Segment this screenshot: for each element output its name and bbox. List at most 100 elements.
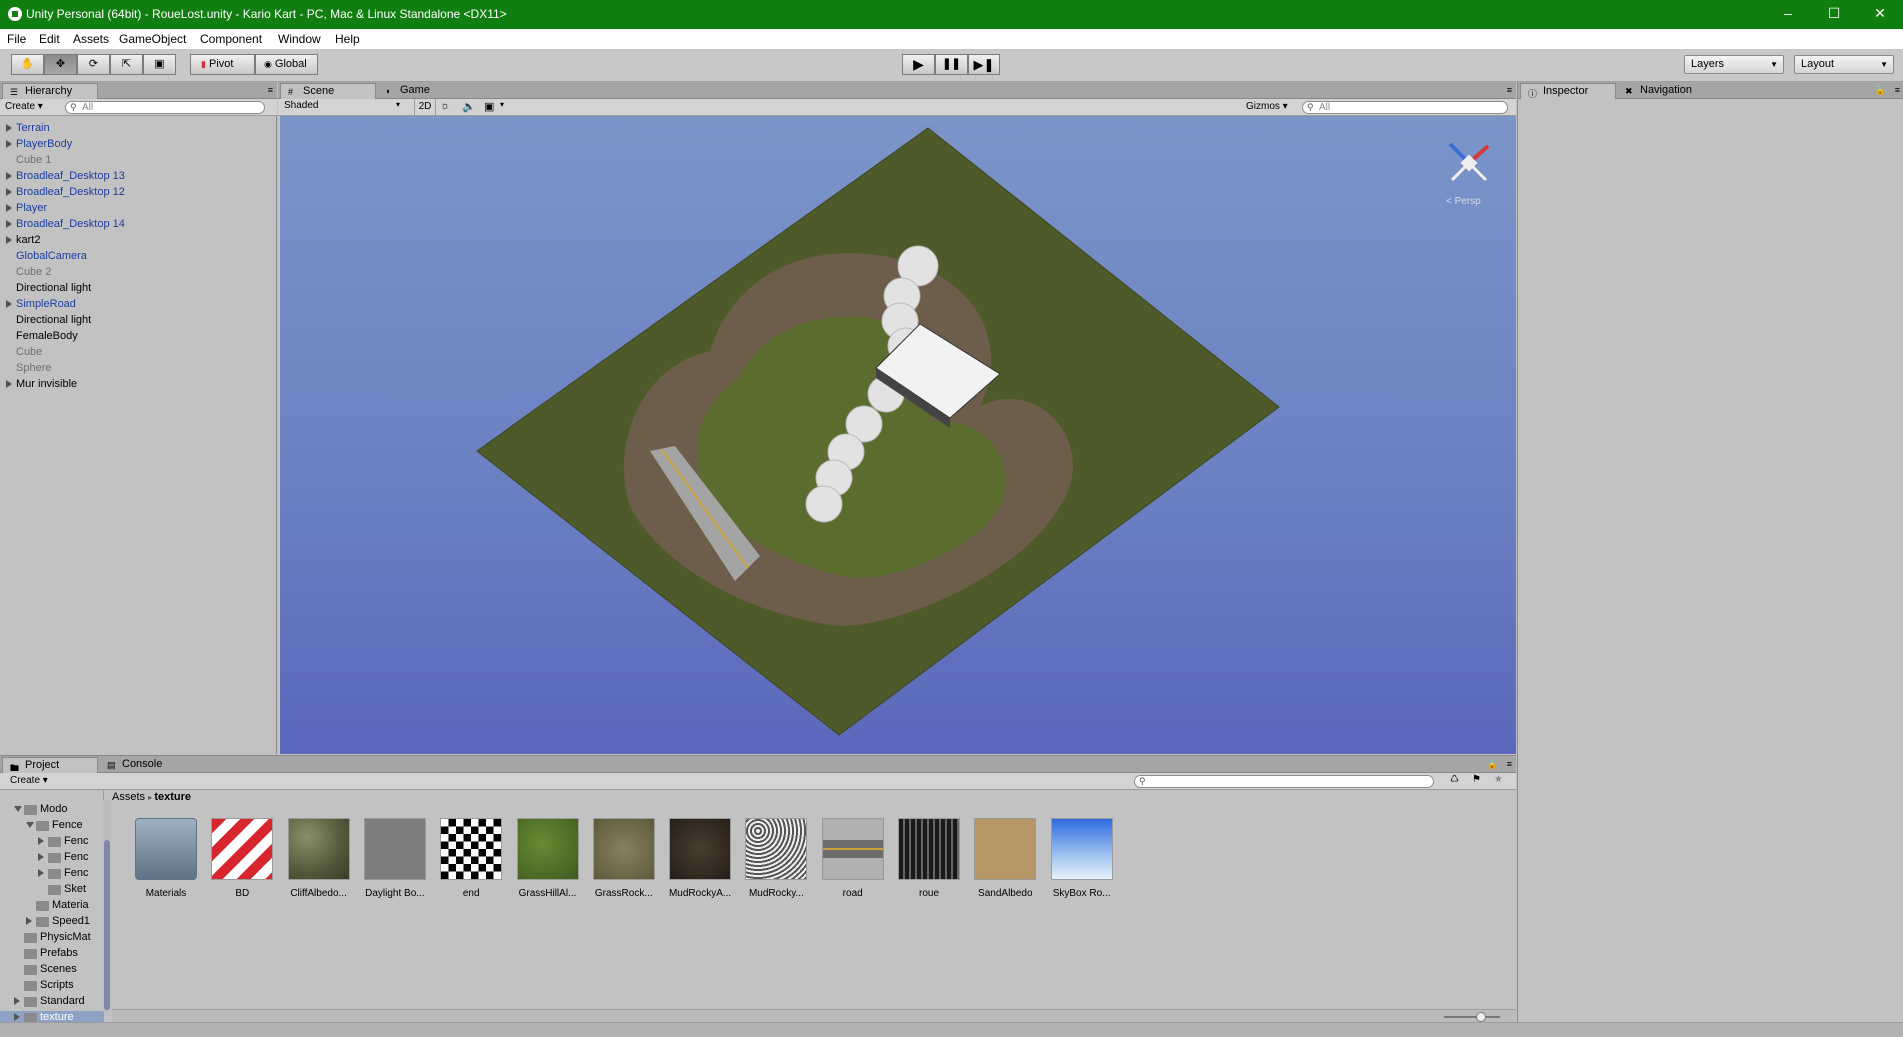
tree-scrollbar[interactable] xyxy=(103,800,111,1012)
tree-folder-item[interactable]: Prefabs xyxy=(0,947,103,962)
tree-folder-item[interactable]: Materia xyxy=(0,899,103,914)
tree-folder-item[interactable]: Fenc xyxy=(0,851,103,866)
menu-window[interactable]: Window xyxy=(278,32,321,46)
perspective-label[interactable]: < Persp xyxy=(1446,196,1481,207)
hierarchy-item[interactable]: Terrain xyxy=(6,122,50,134)
asset-item[interactable]: GrassHillAl... xyxy=(515,818,581,899)
hierarchy-item[interactable]: Broadleaf_Desktop 13 xyxy=(6,170,125,182)
tree-folder-item[interactable]: Scripts xyxy=(0,979,103,994)
hierarchy-item[interactable]: Player xyxy=(6,202,47,214)
shading-mode-dropdown[interactable]: Shaded ▾ xyxy=(284,100,404,114)
panel-menu-icon[interactable]: ≡ xyxy=(1507,85,1512,95)
panel-menu-icon[interactable]: ≡ xyxy=(268,85,273,95)
play-button[interactable]: ▶ xyxy=(902,54,935,75)
expand-arrow-icon[interactable] xyxy=(6,220,12,228)
audio-toggle-icon[interactable]: 🔈 xyxy=(462,100,476,113)
asset-item[interactable]: SkyBox Ro... xyxy=(1049,818,1115,899)
pause-button[interactable]: ❚❚ xyxy=(935,54,968,75)
project-search-input[interactable]: ⚲ xyxy=(1134,775,1434,788)
tree-folder-item[interactable]: Standard xyxy=(0,995,103,1010)
asset-item[interactable]: end xyxy=(438,818,504,899)
tab-inspector[interactable]: ⓘ Inspector xyxy=(1520,83,1616,99)
hierarchy-item[interactable]: Cube 2 xyxy=(16,266,51,278)
breadcrumb-assets[interactable]: Assets xyxy=(112,791,145,803)
tree-folder-item[interactable]: Speed1 xyxy=(0,915,103,930)
filter-by-label-icon[interactable]: ⚑ xyxy=(1472,774,1481,785)
zoom-slider-track[interactable] xyxy=(1444,1016,1500,1018)
favorite-star-icon[interactable]: ★ xyxy=(1494,774,1503,785)
lock-icon[interactable]: 🔒 xyxy=(1875,85,1886,96)
hierarchy-item[interactable]: Sphere xyxy=(16,362,51,374)
hand-tool-button[interactable]: ✋ xyxy=(11,54,44,75)
expand-arrow-icon[interactable] xyxy=(6,124,12,132)
layers-dropdown[interactable]: Layers ▼ xyxy=(1684,55,1784,74)
tree-folder-item[interactable]: Fenc xyxy=(0,867,103,882)
collapse-arrow-icon[interactable] xyxy=(26,822,34,828)
hierarchy-item[interactable]: Directional light xyxy=(16,282,91,294)
orientation-gizmo[interactable] xyxy=(1440,134,1498,192)
tree-folder-item[interactable]: Sket xyxy=(0,883,103,898)
hierarchy-item[interactable]: kart2 xyxy=(6,234,40,246)
hierarchy-item[interactable]: FemaleBody xyxy=(16,330,78,342)
pivot-toggle-button[interactable]: ▮ Pivot xyxy=(190,54,255,75)
expand-arrow-icon[interactable] xyxy=(38,869,44,877)
asset-item[interactable]: Materials xyxy=(133,818,199,899)
asset-item[interactable]: GrassRock... xyxy=(591,818,657,899)
hierarchy-item[interactable]: Broadleaf_Desktop 12 xyxy=(6,186,125,198)
global-toggle-button[interactable]: ◉ Global xyxy=(255,54,318,75)
hierarchy-item[interactable]: SimpleRoad xyxy=(6,298,76,310)
tab-console[interactable]: ▤ Console xyxy=(100,757,180,773)
hierarchy-search-input[interactable]: ⚲ All xyxy=(65,101,265,114)
tab-scene[interactable]: # Scene xyxy=(280,83,376,99)
filter-by-type-icon[interactable]: ♺ xyxy=(1450,774,1459,785)
collapse-arrow-icon[interactable] xyxy=(14,806,22,812)
hierarchy-item[interactable]: Cube xyxy=(16,346,42,358)
expand-arrow-icon[interactable] xyxy=(6,140,12,148)
expand-arrow-icon[interactable] xyxy=(38,837,44,845)
asset-item[interactable]: MudRocky... xyxy=(743,818,809,899)
scale-tool-button[interactable]: ⇱ xyxy=(110,54,143,75)
tree-folder-item[interactable]: Scenes xyxy=(0,963,103,978)
step-button[interactable]: ▶❚ xyxy=(968,54,1000,75)
asset-item[interactable]: CliffAlbedo... xyxy=(286,818,352,899)
expand-arrow-icon[interactable] xyxy=(6,172,12,180)
maximize-icon[interactable]: ☐ xyxy=(1811,0,1857,29)
hierarchy-item[interactable]: GlobalCamera xyxy=(16,250,87,262)
zoom-slider-handle[interactable] xyxy=(1476,1012,1486,1022)
menu-edit[interactable]: Edit xyxy=(39,32,60,46)
expand-arrow-icon[interactable] xyxy=(6,204,12,212)
project-create-dropdown[interactable]: Create ▾ xyxy=(10,775,48,786)
hierarchy-item[interactable]: Directional light xyxy=(16,314,91,326)
asset-item[interactable]: MudRockyA... xyxy=(667,818,733,899)
expand-arrow-icon[interactable] xyxy=(14,997,20,1005)
expand-arrow-icon[interactable] xyxy=(6,236,12,244)
tree-scrollbar-thumb[interactable] xyxy=(104,840,110,1010)
move-tool-button[interactable]: ✥ xyxy=(44,54,77,75)
asset-item[interactable]: Daylight Bo... xyxy=(362,818,428,899)
asset-item[interactable]: roue xyxy=(896,818,962,899)
hierarchy-item[interactable]: Mur invisible xyxy=(6,378,77,390)
scene-viewport[interactable]: < Persp xyxy=(280,116,1516,754)
rotate-tool-button[interactable]: ⟳ xyxy=(77,54,110,75)
create-dropdown[interactable]: Create ▾ xyxy=(5,101,43,112)
expand-arrow-icon[interactable] xyxy=(6,380,12,388)
tab-project[interactable]: 🖿 Project xyxy=(2,757,98,773)
expand-arrow-icon[interactable] xyxy=(26,917,32,925)
menu-gameobject[interactable]: GameObject xyxy=(119,32,186,46)
lighting-toggle-icon[interactable]: ☼ xyxy=(440,100,450,112)
tree-folder-item[interactable]: Modo xyxy=(0,803,103,818)
asset-item[interactable]: SandAlbedo xyxy=(972,818,1038,899)
tab-hierarchy[interactable]: ☰ Hierarchy xyxy=(2,83,98,99)
asset-item[interactable]: BD xyxy=(209,818,275,899)
breadcrumb-texture[interactable]: texture xyxy=(154,791,191,803)
layout-dropdown[interactable]: Layout ▼ xyxy=(1794,55,1894,74)
tab-game[interactable]: ◖ Game xyxy=(378,83,448,99)
expand-arrow-icon[interactable] xyxy=(6,300,12,308)
hierarchy-item[interactable]: PlayerBody xyxy=(6,138,72,150)
expand-arrow-icon[interactable] xyxy=(38,853,44,861)
hierarchy-item[interactable]: Cube 1 xyxy=(16,154,51,166)
rect-tool-button[interactable]: ▣ xyxy=(143,54,176,75)
expand-arrow-icon[interactable] xyxy=(6,188,12,196)
panel-menu-icon[interactable]: ≡ xyxy=(1507,759,1512,769)
image-effects-icon[interactable]: ▣ xyxy=(484,100,494,113)
